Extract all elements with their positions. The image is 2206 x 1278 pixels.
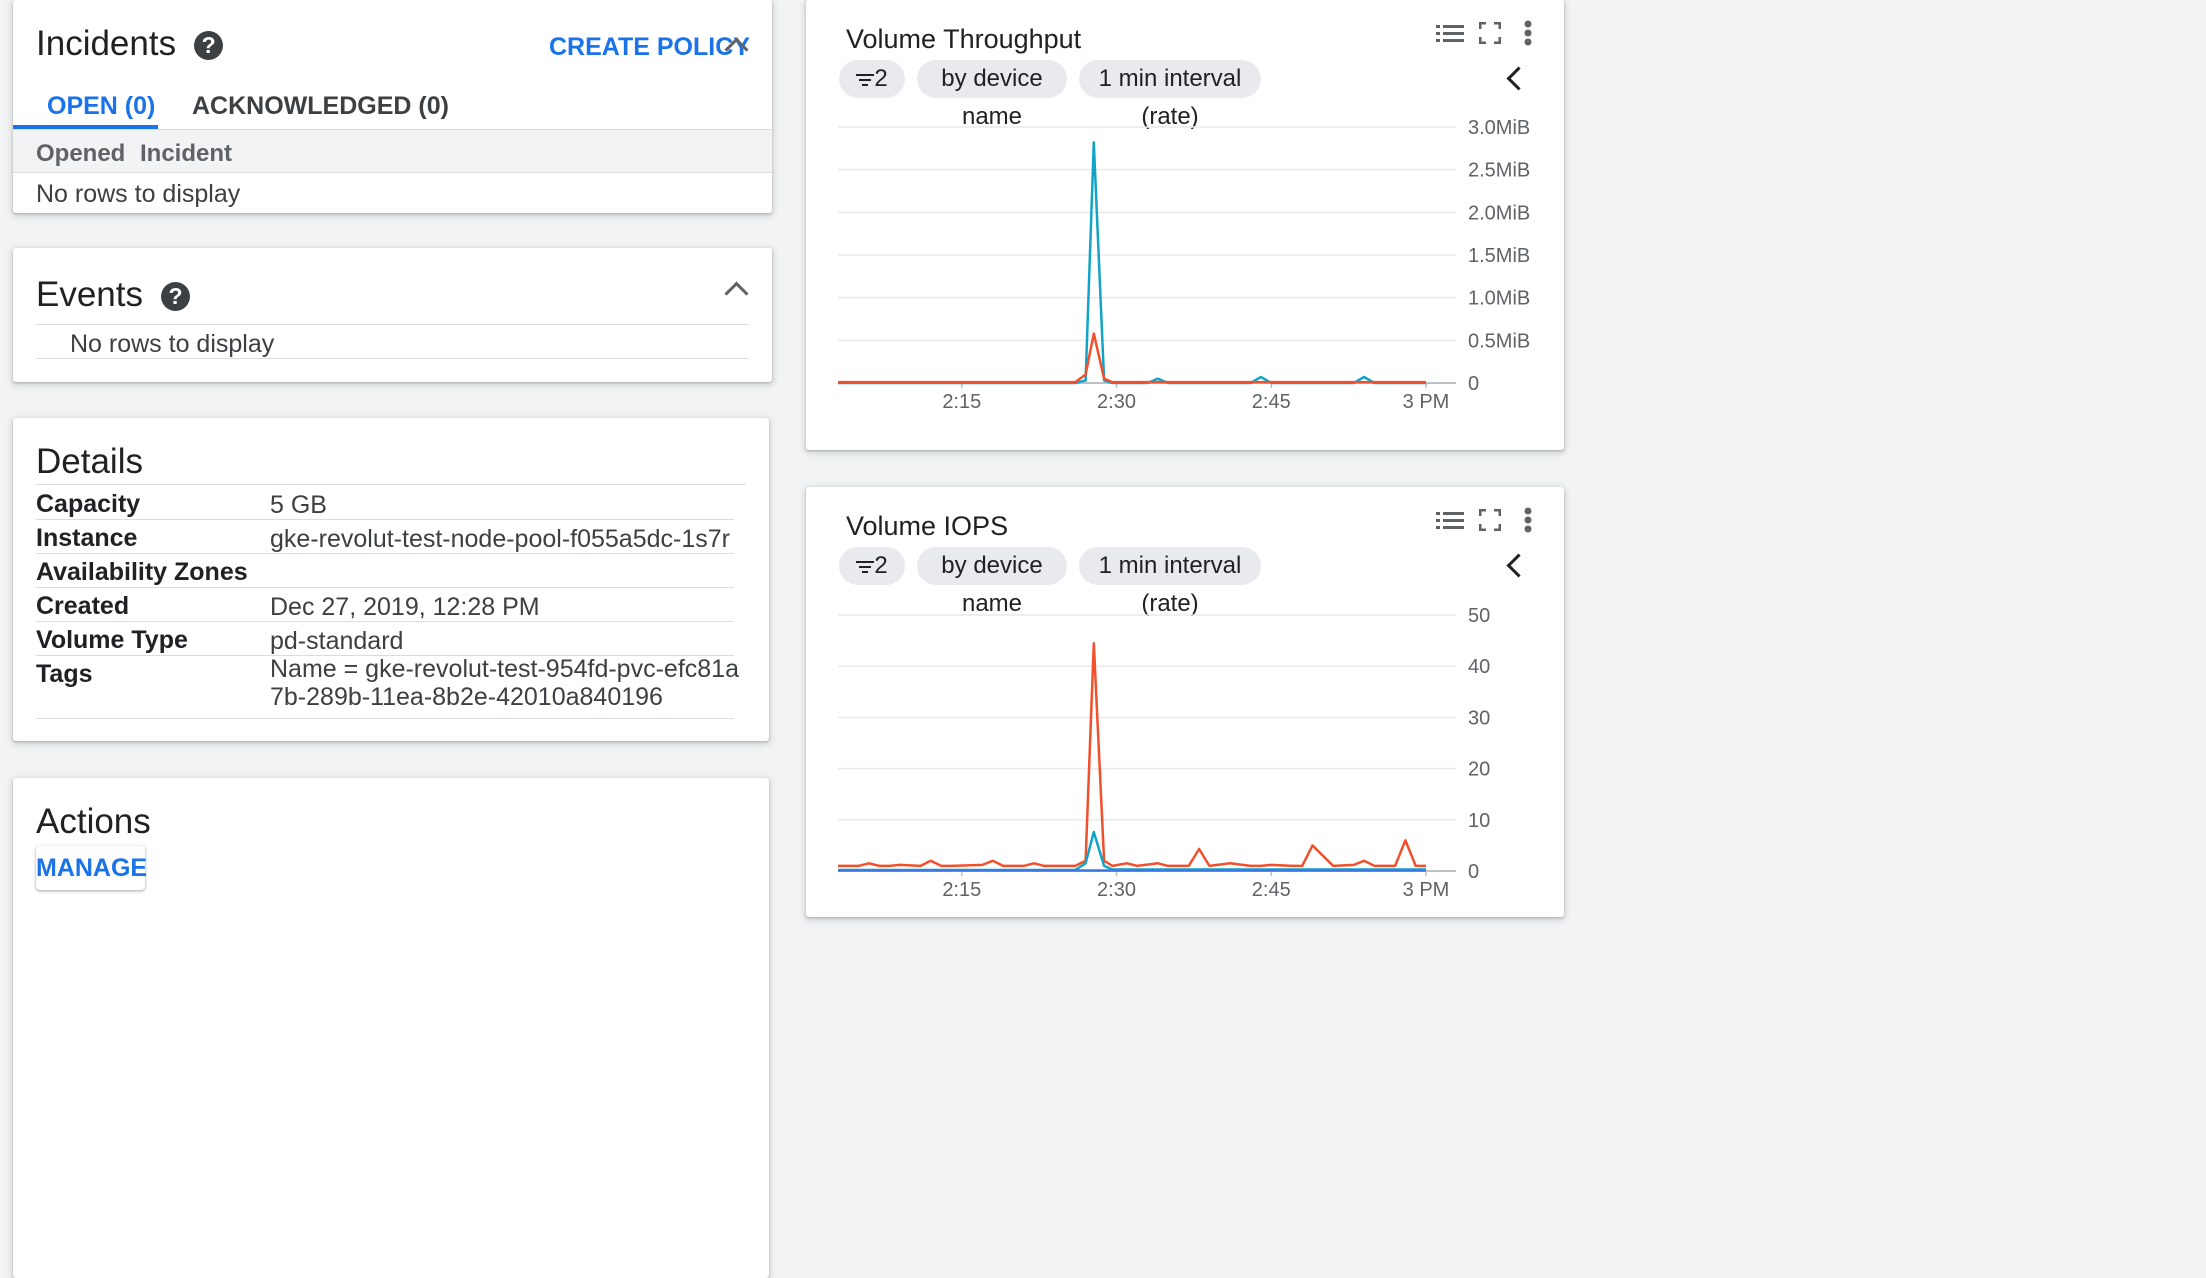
tab-acknowledged[interactable]: ACKNOWLEDGED (0) xyxy=(192,92,449,121)
detail-label: Created xyxy=(36,592,130,620)
detail-row-capacity: Capacity 5 GB xyxy=(36,486,734,520)
volume-iops-card: Volume IOPS 2 by device name 1 min inter… xyxy=(806,487,1564,917)
divider xyxy=(36,324,749,325)
events-title: Events xyxy=(36,275,143,314)
y-tick-label: 1.0MiB xyxy=(1468,288,1530,310)
x-tick-label: 2:30 xyxy=(1097,879,1136,901)
x-tick-label: 2:30 xyxy=(1097,391,1136,413)
y-tick-label: 50 xyxy=(1468,605,1490,627)
events-empty-message: No rows to display xyxy=(70,330,275,358)
events-card: Events? No rows to display xyxy=(13,248,772,382)
y-tick-label: 0 xyxy=(1468,373,1479,395)
y-tick-label: 10 xyxy=(1468,810,1490,832)
y-tick-label: 0 xyxy=(1468,861,1479,883)
y-tick-label: 3.0MiB xyxy=(1468,117,1530,139)
events-heading: Events? xyxy=(36,275,190,315)
manage-button[interactable]: MANAGE xyxy=(36,846,147,890)
detail-row-instance: Instance gke-revolut-test-node-pool-f055… xyxy=(36,520,734,554)
volume-throughput-card: Volume Throughput 2 by device name 1 min… xyxy=(806,0,1564,450)
detail-label: Tags xyxy=(36,660,93,688)
volume-throughput-chart: 0 0.5MiB 1.0MiB 1.5MiB 2.0MiB 2.5MiB 3.0MiB 2:1… xyxy=(838,117,1530,413)
x-tick-label: 2:45 xyxy=(1252,879,1291,901)
x-tick-label: 2:15 xyxy=(942,391,981,413)
y-tick-label: 1.5MiB xyxy=(1468,245,1530,267)
detail-label: Volume Type xyxy=(36,626,188,654)
help-icon[interactable]: ? xyxy=(161,282,190,312)
detail-label: Capacity xyxy=(36,490,141,518)
x-tick-label: 3 PM xyxy=(1403,879,1450,901)
x-tick-label: 2:15 xyxy=(942,879,981,901)
detail-row-availability-zones: Availability Zones xyxy=(36,554,734,588)
detail-row-created: Created Dec 27, 2019, 12:28 PM xyxy=(36,588,734,622)
create-policy-button[interactable]: CREATE POLICY xyxy=(549,33,750,62)
series-line xyxy=(838,641,1426,868)
detail-value: Name = gke-revolut-test-954fd-pvc-efc81a… xyxy=(270,655,739,711)
collapse-chevron-up-icon[interactable] xyxy=(724,281,749,306)
incidents-card: Incidents? CREATE POLICY OPEN (0) ACKNOW… xyxy=(13,0,772,213)
divider xyxy=(36,358,749,359)
detail-label: Instance xyxy=(36,524,138,552)
x-tick-label: 2:45 xyxy=(1252,391,1291,413)
tab-open[interactable]: OPEN (0) xyxy=(47,92,155,121)
incidents-heading: Incidents? xyxy=(36,24,224,64)
detail-row-tags: Tags Name = gke-revolut-test-954fd-pvc-e… xyxy=(36,655,739,719)
volume-iops-chart: 0 10 20 30 40 50 2:15 2:30 2:45 3 PM xyxy=(838,605,1490,901)
column-incident[interactable]: Incident xyxy=(140,140,232,168)
incidents-table-header: Opened Incident xyxy=(13,129,772,173)
help-icon[interactable]: ? xyxy=(194,31,224,61)
y-tick-label: 0.5MiB xyxy=(1468,330,1530,352)
y-tick-label: 20 xyxy=(1468,759,1490,781)
y-tick-label: 40 xyxy=(1468,656,1490,678)
incidents-empty-message: No rows to display xyxy=(36,180,241,208)
details-title: Details xyxy=(36,442,143,481)
column-opened[interactable]: Opened xyxy=(36,140,125,168)
series-line xyxy=(838,141,1426,385)
actions-title: Actions xyxy=(36,802,151,841)
y-tick-label: 30 xyxy=(1468,707,1490,729)
incidents-title: Incidents xyxy=(36,24,177,63)
detail-row-volume-type: Volume Type pd-standard xyxy=(36,622,734,656)
x-tick-label: 3 PM xyxy=(1403,391,1450,413)
detail-value[interactable]: gke-revolut-test-node-pool-f055a5dc-1s7r xyxy=(270,519,740,559)
y-tick-label: 2.0MiB xyxy=(1468,202,1530,224)
y-tick-label: 2.5MiB xyxy=(1468,160,1530,182)
detail-label: Availability Zones xyxy=(36,558,248,586)
